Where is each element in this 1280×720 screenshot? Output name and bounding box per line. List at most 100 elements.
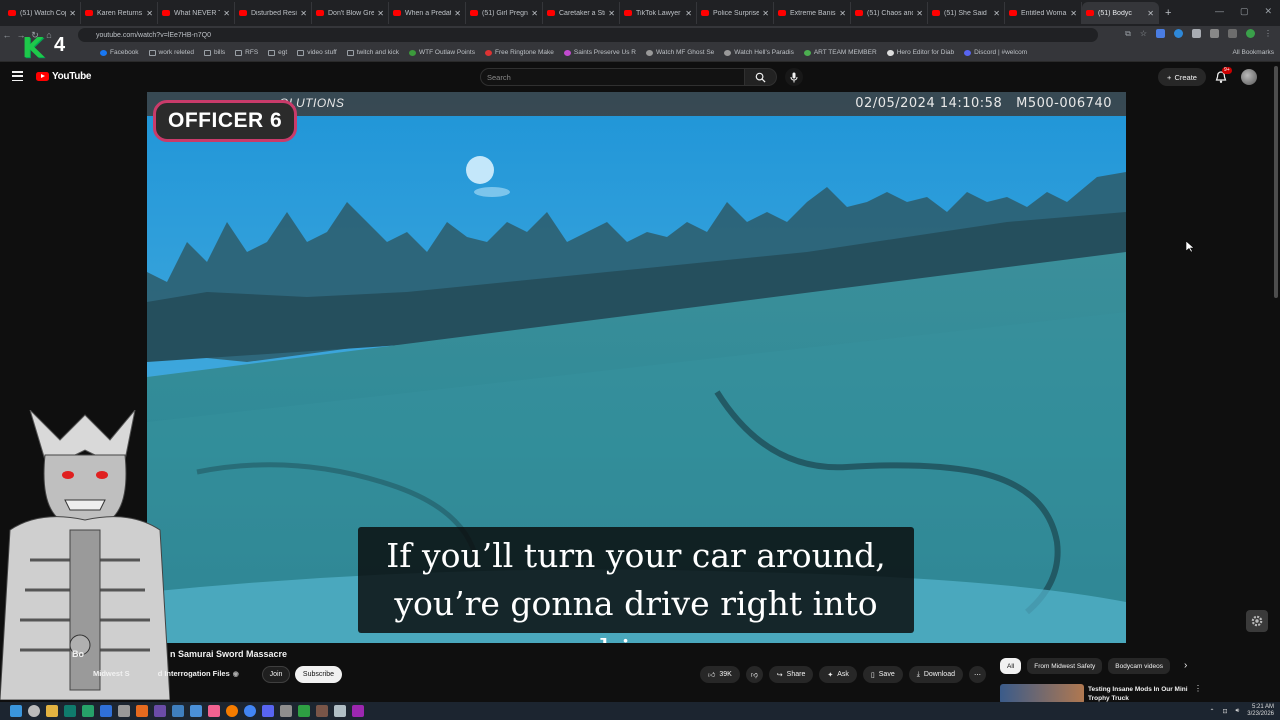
bookmark-folder[interactable]: video stuff (297, 49, 337, 56)
close-tab-icon[interactable]: ✕ (69, 9, 76, 18)
chevron-right-icon[interactable]: › (1184, 660, 1187, 671)
browser-tab[interactable]: (51) Girl Pregn ✕ (466, 2, 543, 24)
discord-icon[interactable] (262, 705, 274, 717)
browser-tab[interactable]: Police Surprise ✕ (697, 2, 774, 24)
recommended-title[interactable]: Testing Insane Mods In Our Mini Trophy T… (1088, 685, 1198, 703)
close-tab-icon[interactable]: ✕ (608, 9, 615, 18)
bookmark-folder[interactable]: twitch and kick (346, 49, 399, 56)
chrome-icon[interactable] (244, 705, 256, 717)
bookmark-star-icon[interactable]: ☆ (1140, 29, 1147, 39)
chevron-up-icon[interactable]: ⌃ (1209, 708, 1214, 715)
channel-name[interactable]: Midwest S (93, 669, 130, 678)
browser-tab[interactable]: Disturbed Resi ✕ (235, 2, 312, 24)
close-tab-icon[interactable]: ✕ (685, 9, 692, 18)
dislike-button[interactable]: 👎︎ (745, 666, 763, 683)
subscribe-button[interactable]: Subscribe (295, 666, 342, 683)
app-icon[interactable] (154, 705, 166, 717)
app-icon[interactable] (298, 705, 310, 717)
bookmark-item[interactable]: WTF Outlaw Points (409, 49, 475, 56)
gear-icon[interactable] (1246, 610, 1268, 632)
close-tab-icon[interactable]: ✕ (762, 9, 769, 18)
bookmark-folder[interactable]: work releted (148, 49, 194, 56)
create-button[interactable]: + Create (1158, 68, 1206, 86)
close-tab-icon[interactable]: ✕ (839, 9, 846, 18)
share-button[interactable]: ↪ Share (768, 666, 814, 683)
save-button[interactable]: ▯ Save (862, 666, 903, 683)
bookmark-item[interactable]: Saints Preserve Us R (563, 49, 636, 56)
back-icon[interactable]: ← (0, 30, 14, 40)
extension-icon[interactable] (1156, 29, 1165, 38)
extension-icon[interactable] (1192, 29, 1201, 38)
bookmark-item[interactable]: ART TEAM MEMBER (803, 49, 877, 56)
app-icon[interactable] (208, 705, 220, 717)
new-tab-button[interactable]: + (1165, 7, 1171, 19)
close-tab-icon[interactable]: ✕ (146, 9, 153, 18)
more-options-icon[interactable]: ⋮ (1194, 684, 1202, 693)
app-icon[interactable] (82, 705, 94, 717)
app-icon[interactable] (334, 705, 346, 717)
download-button[interactable]: ⤓ Download (908, 666, 963, 683)
windows-start-icon[interactable] (10, 705, 22, 717)
close-window-icon[interactable]: ✕ (1264, 6, 1272, 17)
app-icon[interactable] (190, 705, 202, 717)
youtube-logo[interactable]: YouTube (36, 71, 92, 82)
browser-tab[interactable]: Entitled Woma ✕ (1005, 2, 1082, 24)
close-tab-icon[interactable]: ✕ (454, 9, 461, 18)
install-app-icon[interactable]: ⧉ (1125, 29, 1131, 39)
account-avatar[interactable] (1241, 69, 1257, 85)
firefox-icon[interactable] (226, 705, 238, 717)
sidepanel-icon[interactable] (1228, 29, 1237, 38)
browser-tab[interactable]: Caretaker a Str ✕ (543, 2, 620, 24)
chip-bodycam[interactable]: Bodycam videos (1108, 658, 1170, 674)
app-icon[interactable] (100, 705, 112, 717)
close-tab-icon[interactable]: ✕ (223, 9, 230, 18)
ask-button[interactable]: ✦ Ask (819, 666, 857, 683)
search-input[interactable]: Search (480, 68, 745, 86)
browser-tab[interactable]: Karen Returns ✕ (81, 2, 158, 24)
bookmark-item[interactable]: Watch MF Ghost Se (646, 49, 714, 56)
browser-tab[interactable]: When a Predat ✕ (389, 2, 466, 24)
voice-search-button[interactable] (785, 68, 803, 86)
close-tab-icon[interactable]: ✕ (531, 9, 538, 18)
bookmark-folder[interactable]: egt (268, 49, 287, 56)
browser-tab[interactable]: (51) She Said ✕ (928, 2, 1005, 24)
app-icon[interactable] (118, 705, 130, 717)
video-thumbnail[interactable] (1000, 684, 1084, 704)
clock[interactable]: 5:21 AM 3/23/2026 (1247, 704, 1274, 718)
app-icon[interactable] (136, 705, 148, 717)
extension-icon[interactable] (1174, 29, 1183, 38)
close-tab-icon[interactable]: ✕ (993, 9, 1000, 18)
close-tab-icon[interactable]: ✕ (1147, 9, 1154, 18)
scrollbar-thumb[interactable] (1274, 66, 1278, 298)
app-icon[interactable] (172, 705, 184, 717)
app-icon[interactable] (280, 705, 292, 717)
app-icon[interactable] (64, 705, 76, 717)
browser-tab[interactable]: Don't Blow Gre ✕ (312, 2, 389, 24)
browser-tab[interactable]: (51) Watch Cop ✕ (4, 2, 81, 24)
browser-tab[interactable]: (51) Chaos and ✕ (851, 2, 928, 24)
chip-all[interactable]: All (1000, 658, 1022, 674)
profile-icon[interactable] (1246, 29, 1255, 38)
chip-from-channel[interactable]: From Midwest Safety (1027, 658, 1103, 674)
browser-tab[interactable]: Extreme Banish ✕ (774, 2, 851, 24)
bookmark-folder[interactable]: RFS (235, 49, 258, 56)
close-tab-icon[interactable]: ✕ (916, 9, 923, 18)
search-icon[interactable] (28, 705, 40, 717)
close-tab-icon[interactable]: ✕ (300, 9, 307, 18)
close-tab-icon[interactable]: ✕ (1070, 9, 1077, 18)
browser-tab-active[interactable]: (51) Bodyc ✕ (1082, 2, 1159, 24)
search-button[interactable] (745, 68, 777, 86)
menu-icon[interactable] (12, 71, 23, 81)
bookmark-item[interactable]: Facebook (100, 49, 139, 56)
bookmark-folder[interactable]: bills (203, 49, 225, 56)
app-icon[interactable] (352, 705, 364, 717)
bookmark-item[interactable]: Discord | #welcom (964, 49, 1027, 56)
maximize-icon[interactable]: ▢ (1240, 6, 1249, 17)
browser-tab[interactable]: What NEVER To✕ (158, 2, 235, 24)
minimize-icon[interactable]: — (1215, 6, 1224, 17)
bookmark-item[interactable]: Hero Editor for Diab (886, 49, 954, 56)
volume-icon[interactable]: 🔊︎ (1236, 708, 1240, 715)
file-explorer-icon[interactable] (46, 705, 58, 717)
download-icon[interactable] (1210, 29, 1219, 38)
bookmark-item[interactable]: Watch Hell's Paradis (724, 49, 794, 56)
